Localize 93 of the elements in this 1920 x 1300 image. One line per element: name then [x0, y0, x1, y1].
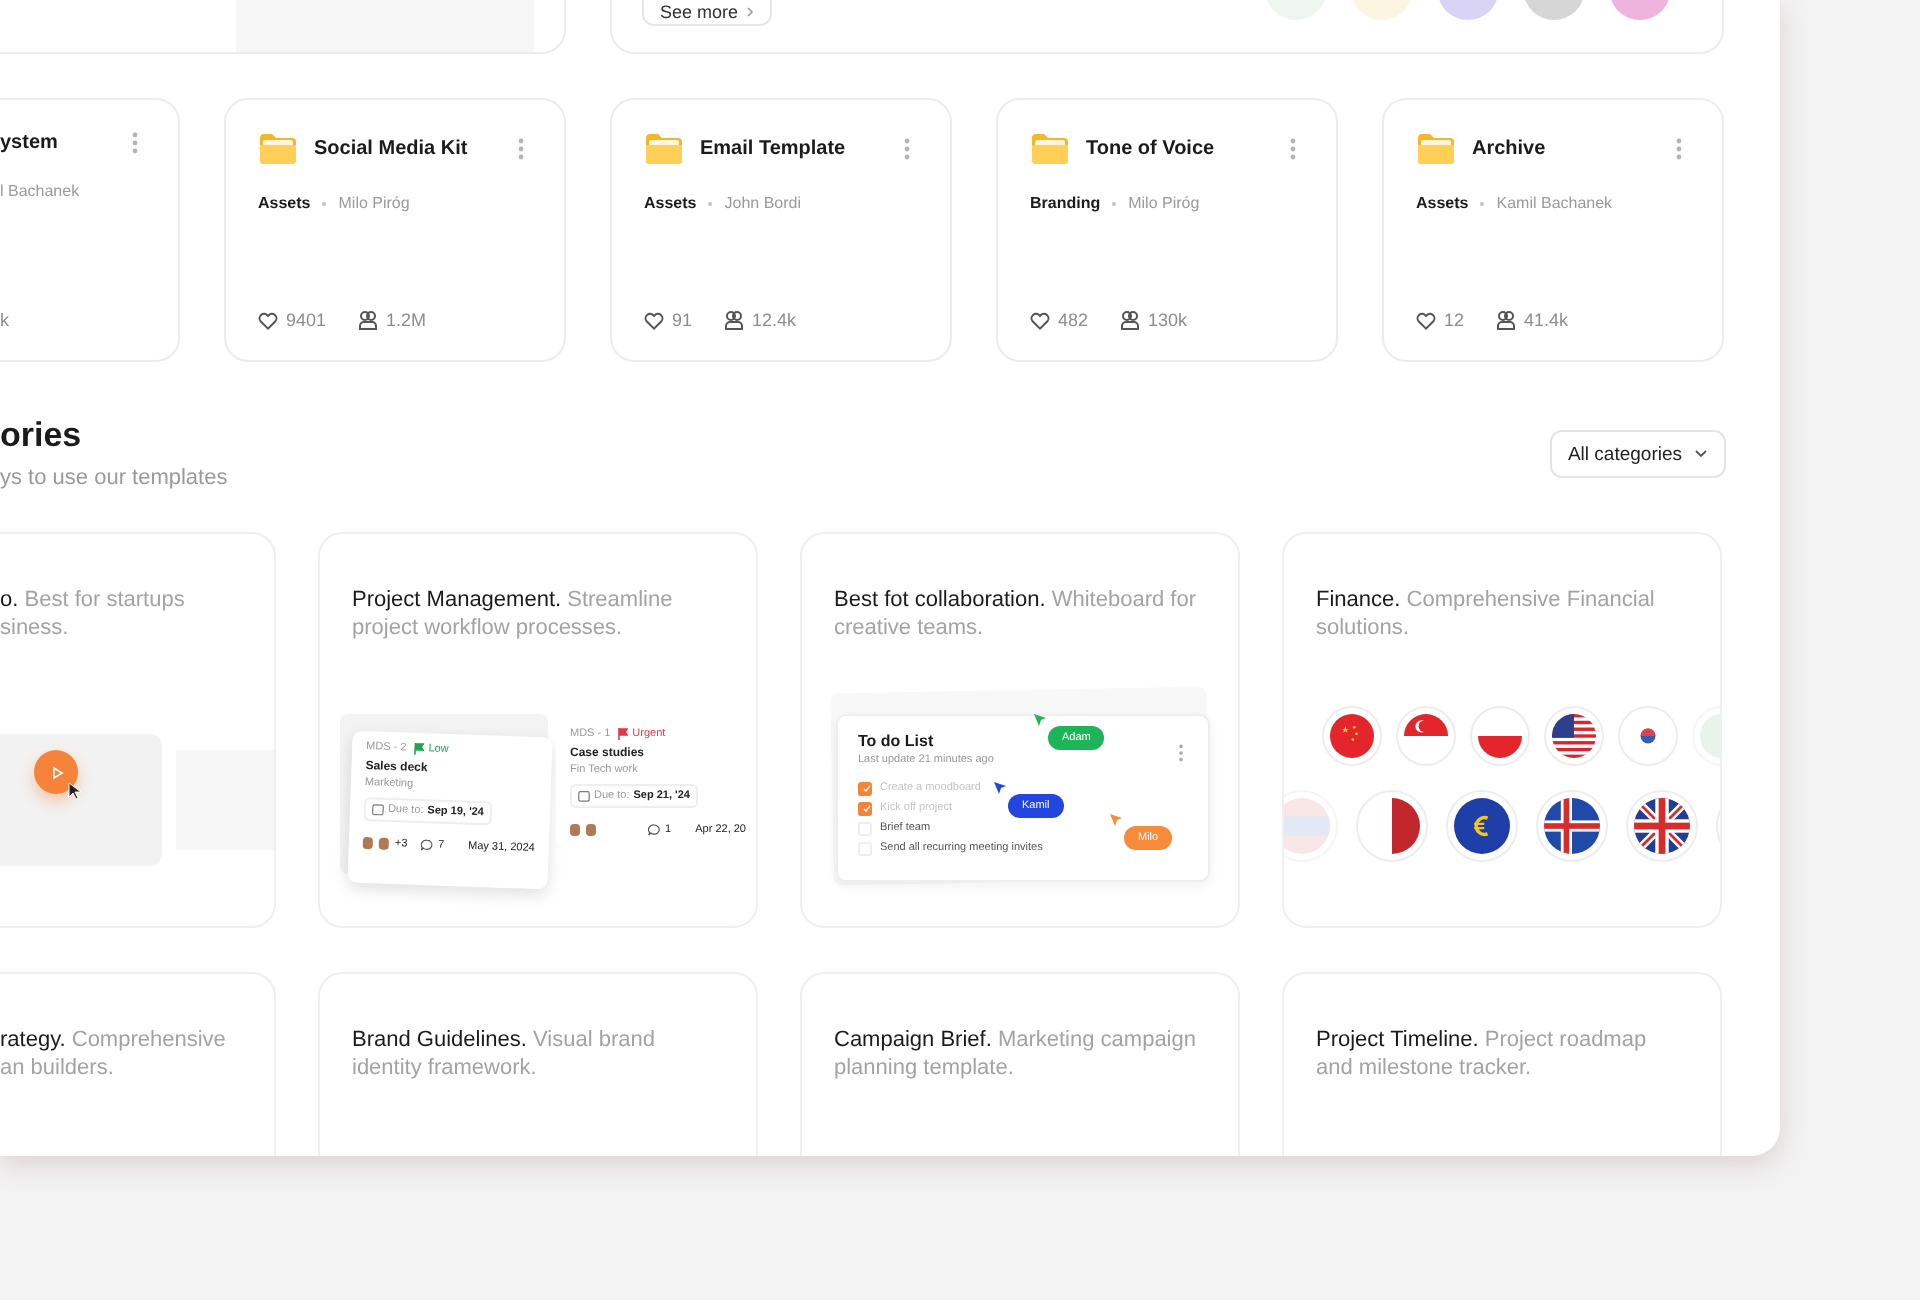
flag-icon — [1536, 790, 1608, 862]
author-name: l Bachanek — [0, 182, 80, 200]
users-icon — [1120, 310, 1141, 330]
category-description: Best fot collaboration. Whiteboard for creative teams. — [834, 586, 1199, 642]
category-description: Project Management. Streamline project workflow processes. — [352, 586, 675, 642]
checkbox[interactable] — [858, 801, 872, 815]
likes-count: 91 — [672, 310, 693, 330]
file-title: Social Media Kit — [314, 138, 470, 160]
users-icon — [1496, 310, 1517, 330]
file-card[interactable]: Tone of Voice Branding Milo Piróg 482 130k — [996, 98, 1338, 362]
flag-icon — [1618, 706, 1678, 766]
users-count: k — [0, 310, 9, 330]
users-icon — [724, 310, 745, 330]
separator-dot — [1480, 201, 1485, 205]
cursor-icon — [994, 782, 1006, 794]
author-name: Kamil Bachanek — [1496, 194, 1613, 212]
play-icon — [49, 765, 63, 779]
category-dropdown[interactable]: All categories — [1549, 430, 1726, 478]
category-description: Finance. Comprehensive Financial solutions. — [1316, 586, 1657, 642]
section-subtitle: ys to use our templates — [0, 466, 228, 490]
separator-dot — [322, 201, 327, 205]
file-card[interactable]: ystem l Bachanek k — [0, 98, 180, 362]
users-count: 130k — [1148, 310, 1188, 330]
flag-icon — [1322, 706, 1382, 766]
category-card[interactable]: rategy. Comprehensive an builders. — [0, 972, 276, 1156]
category-description: Project Timeline. Project roadmap and milestone tracker. — [1316, 1026, 1649, 1082]
author-name: John Bordi — [724, 194, 801, 212]
more-icon[interactable] — [1290, 138, 1296, 160]
separator-dot — [708, 201, 713, 205]
category-card[interactable] — [318, 532, 758, 928]
more-icon[interactable] — [1178, 744, 1184, 762]
comment-icon — [419, 839, 433, 852]
see-more-button[interactable]: See more — [642, 0, 773, 26]
file-title: Archive — [1472, 138, 1548, 160]
folder-icon — [1030, 132, 1070, 166]
category-card[interactable]: Campaign Brief. Marketing campaign planning template. — [800, 972, 1240, 1156]
file-title: Email Template — [700, 138, 848, 160]
author-name: Milo Piróg — [1128, 194, 1200, 212]
category-description: o. Best for startups siness. — [0, 586, 187, 642]
category-card[interactable]: o. Best for startups siness. — [0, 532, 276, 928]
heart-icon — [258, 311, 278, 329]
likes-count: 9401 — [286, 310, 327, 330]
flag-icon — [1446, 790, 1518, 862]
folder-icon — [258, 132, 298, 166]
category-card[interactable]: Project Timeline. Project roadmap and milestone tracker. — [1282, 972, 1722, 1156]
category-label: Assets — [258, 194, 311, 212]
flag-icon — [1356, 790, 1428, 862]
category-label: Branding — [1030, 194, 1101, 212]
file-card[interactable]: Archive Assets Kamil Bachanek 12 41.4k — [1382, 98, 1724, 362]
more-icon[interactable] — [904, 138, 910, 160]
heart-icon — [1030, 311, 1050, 329]
comment-icon — [647, 824, 660, 836]
likes-count: 482 — [1058, 310, 1089, 330]
file-card[interactable]: Social Media Kit Assets Milo Piróg 9401 1.2M — [224, 98, 566, 362]
users-count: 1.2M — [386, 310, 427, 330]
cursor-icon — [68, 782, 82, 800]
calendar-icon — [578, 790, 590, 802]
checkbox[interactable] — [858, 781, 872, 795]
more-icon[interactable] — [132, 132, 138, 154]
file-title: Tone of Voice — [1086, 138, 1217, 160]
section-title: ories — [0, 414, 84, 458]
heart-icon — [1416, 311, 1436, 329]
file-card[interactable]: Email Template Assets John Bordi 91 12.4k — [610, 98, 952, 362]
calendar-icon — [371, 803, 385, 816]
file-title: ystem — [0, 132, 60, 154]
flag-icon — [1284, 790, 1338, 862]
author-name: Milo Piróg — [338, 194, 410, 212]
users-count: 41.4k — [1524, 310, 1569, 330]
category-description: Campaign Brief. Marketing campaign planning template. — [834, 1026, 1198, 1082]
more-icon[interactable] — [518, 138, 524, 160]
category-description: rategy. Comprehensive an builders. — [0, 1026, 228, 1082]
users-icon — [358, 310, 379, 330]
flag-icon — [1626, 790, 1698, 862]
cursor-icon — [1110, 814, 1122, 826]
flag-icon — [1544, 706, 1604, 766]
cursor-icon — [1034, 714, 1046, 726]
chevron-icon — [1694, 450, 1708, 458]
likes-count: 12 — [1444, 310, 1465, 330]
category-label: Assets — [644, 194, 697, 212]
separator-dot — [1112, 201, 1117, 205]
chevron-icon — [746, 5, 755, 17]
flag-icon — [1470, 706, 1530, 766]
category-card[interactable]: Brand Guidelines. Visual brand identity framework. — [318, 972, 758, 1156]
users-count: 12.4k — [752, 310, 797, 330]
todo-title: To do List — [858, 732, 934, 750]
category-label: Assets — [1416, 194, 1469, 212]
folder-icon — [1416, 132, 1456, 166]
flag-icon — [1396, 706, 1456, 766]
category-card[interactable]: Finance. Comprehensive Financial solutions. — [1282, 532, 1722, 928]
category-description: Brand Guidelines. Visual brand identity framework. — [352, 1026, 657, 1082]
folder-icon — [644, 132, 684, 166]
more-icon[interactable] — [1676, 138, 1682, 160]
heart-icon — [644, 311, 664, 329]
